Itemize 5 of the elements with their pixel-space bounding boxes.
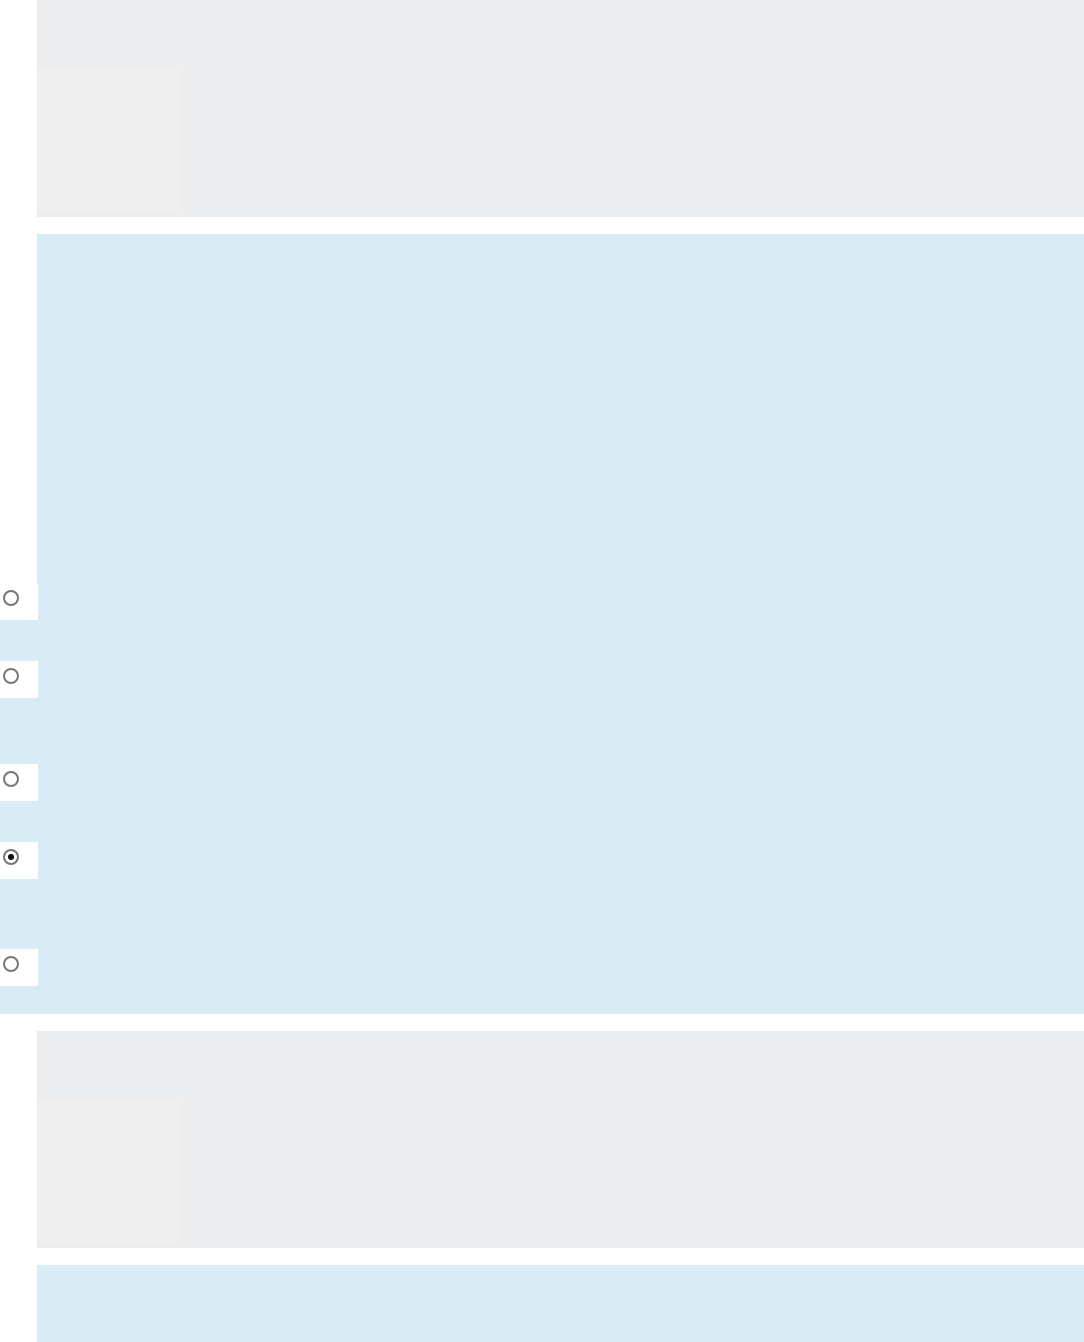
radio-button[interactable] — [2, 667, 20, 685]
radio-button[interactable] — [2, 589, 20, 607]
radio-button[interactable] — [2, 955, 20, 973]
radio-button[interactable] — [2, 770, 20, 788]
radio-button[interactable] — [2, 848, 20, 866]
